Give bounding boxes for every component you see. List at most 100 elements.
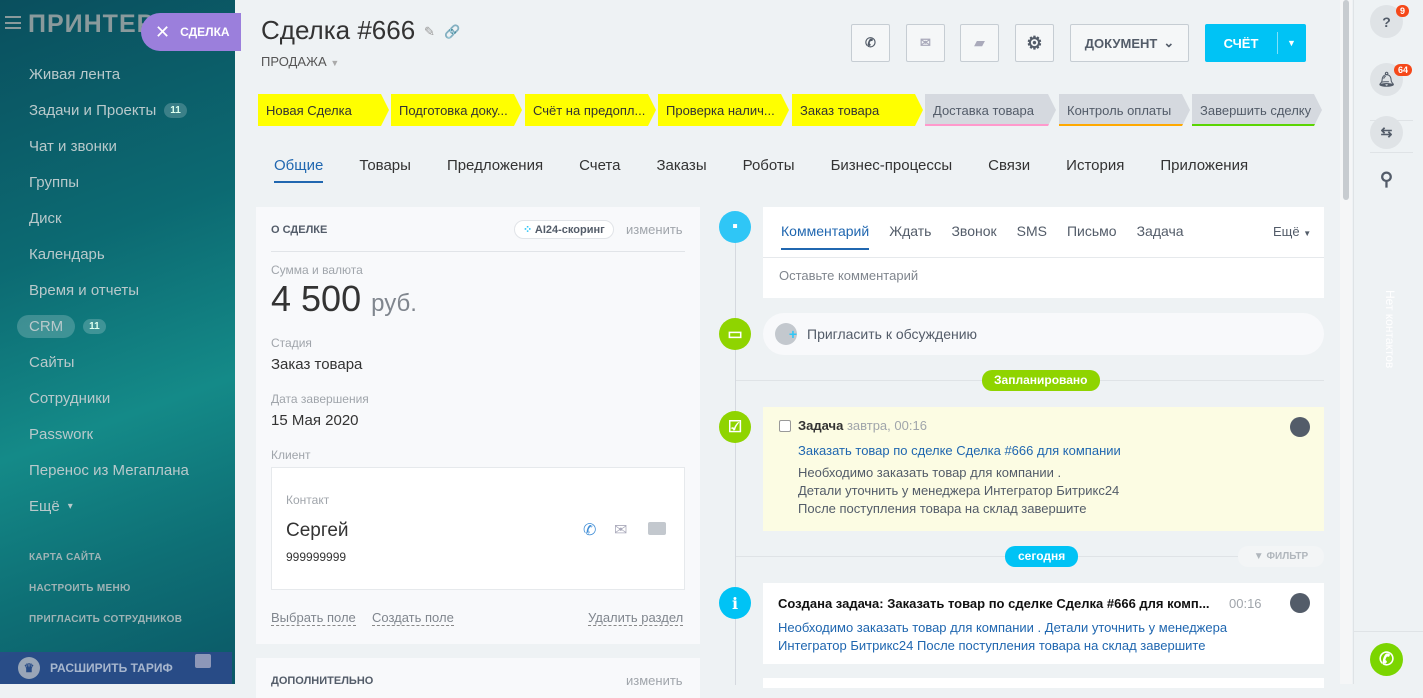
sidebar-item-feed[interactable]: Живая лента <box>29 66 120 83</box>
printer-icon[interactable] <box>195 654 211 668</box>
sidebar-item-disk[interactable]: Диск <box>29 210 62 227</box>
task-link[interactable]: Заказать товар по сделке Сделка #666 для… <box>798 443 1121 458</box>
chevron-down-icon[interactable]: ▼ <box>1277 32 1305 54</box>
stage-label: Стадия <box>271 336 312 350</box>
create-field-link[interactable]: Создать поле <box>372 610 454 626</box>
stage-3[interactable]: Счёт на предопл... <box>525 94 656 126</box>
stage-8[interactable]: Завершить сделку <box>1192 94 1322 126</box>
history-title: Создана задача: Заказать товар по сделке… <box>778 596 1210 611</box>
contact-name[interactable]: Сергей <box>286 520 349 542</box>
stage-1[interactable]: Новая Сделка <box>258 94 389 126</box>
tab-apps[interactable]: Приложения <box>1160 157 1248 183</box>
stage-5[interactable]: Заказ товара <box>792 94 923 126</box>
sidebar-item-migration[interactable]: Перенос из Мегаплана <box>29 462 189 479</box>
stage-value[interactable]: Заказ товара <box>271 356 362 373</box>
category-label: ПРОДАЖА <box>261 54 327 69</box>
sidebar-item-label: Диск <box>29 210 62 227</box>
messenger-button[interactable]: ⇆ <box>1370 116 1403 149</box>
phone-icon[interactable]: ✆ <box>583 520 596 540</box>
sidebar-item-calendar[interactable]: Календарь <box>29 246 105 263</box>
settings-button[interactable]: ⚙ <box>1015 24 1054 62</box>
planned-label: Запланировано <box>982 370 1100 391</box>
chat-button[interactable]: ▰ <box>960 24 999 62</box>
tab-call[interactable]: Звонок <box>951 223 996 250</box>
call-button[interactable]: ✆ <box>1370 643 1403 676</box>
planned-task-item: Задача завтра, 00:16 Заказать товар по с… <box>763 407 1324 531</box>
extra-card: ДОПОЛНИТЕЛЬНО изменить <box>256 658 700 698</box>
avatar-icon[interactable] <box>1290 417 1310 437</box>
delete-section-label: Удалить раздел <box>588 610 684 626</box>
edit-pencil-icon[interactable]: ✎ <box>424 24 435 40</box>
select-field-link[interactable]: Выбрать поле <box>271 610 356 626</box>
tab-relations[interactable]: Связи <box>988 157 1030 183</box>
scrollbar-thumb[interactable] <box>1343 0 1349 200</box>
invite-label: Пригласить к обсуждению <box>807 326 978 342</box>
sidebar-item-employees[interactable]: Сотрудники <box>29 390 110 407</box>
history-line: Интегратор Битрикс24 После поступления т… <box>778 638 1206 653</box>
left-sidebar: ПРИНТЕРЫ Живая лента Задачи и Проекты 11 … <box>0 0 235 684</box>
tab-invoices[interactable]: Счета <box>579 157 620 183</box>
mail-icon[interactable]: ✉ <box>614 520 627 540</box>
deal-slider-close-button[interactable]: ✕ СДЕЛКА <box>141 13 241 51</box>
divider <box>271 251 685 252</box>
tab-sms[interactable]: SMS <box>1017 223 1047 250</box>
tab-orders[interactable]: Заказы <box>656 157 706 183</box>
filter-button[interactable]: ▼ ФИЛЬТР <box>1238 546 1324 567</box>
page-title: Сделка #666 <box>261 15 416 45</box>
sidebar-item-time[interactable]: Время и отчеты <box>29 282 139 299</box>
deal-category-select[interactable]: ПРОДАЖА ▼ <box>261 54 339 69</box>
tab-email[interactable]: Письмо <box>1067 223 1117 250</box>
sidebar-item-sites[interactable]: Сайты <box>29 354 74 371</box>
stage-6[interactable]: Доставка товара <box>925 94 1056 126</box>
tab-products[interactable]: Товары <box>359 157 411 183</box>
sidebar-item-crm[interactable]: CRM 11 <box>17 315 106 338</box>
configure-menu-link[interactable]: НАСТРОИТЬ МЕНЮ <box>29 583 131 594</box>
scrollbar[interactable] <box>1340 0 1352 684</box>
stage-2[interactable]: Подготовка доку... <box>391 94 522 126</box>
tab-robots[interactable]: Роботы <box>743 157 795 183</box>
history-item <box>763 678 1324 688</box>
contact-phone[interactable]: 999999999 <box>286 550 346 564</box>
bill-button[interactable]: СЧЁТ ▼ <box>1205 24 1306 62</box>
task-title: Задача <box>798 418 844 433</box>
right-panel: Нет контактов <box>1353 0 1423 684</box>
search-button[interactable]: ⚲ <box>1370 163 1403 196</box>
tariff-label: РАСШИРИТЬ ТАРИФ <box>50 661 173 675</box>
sidebar-item-tasks[interactable]: Задачи и Проекты 11 <box>29 102 187 119</box>
scoring-button[interactable]: ⁘ AI24-скоринг <box>514 220 614 239</box>
more-tabs-button[interactable]: Ещё ▼ <box>1273 224 1311 239</box>
edit-section-link[interactable]: изменить <box>626 222 683 237</box>
close-date-value[interactable]: 15 Мая 2020 <box>271 412 359 429</box>
task-complete-checkbox[interactable] <box>779 420 791 432</box>
tab-general[interactable]: Общие <box>274 157 324 183</box>
edit-section-link[interactable]: изменить <box>626 673 683 688</box>
phone-icon: ✆ <box>865 35 876 50</box>
comment-input[interactable]: Оставьте комментарий <box>779 268 1309 283</box>
tab-comment[interactable]: Комментарий <box>781 223 870 250</box>
history-description[interactable]: Необходимо заказать товар для компании .… <box>778 619 1227 655</box>
link-icon[interactable]: 🔗 <box>444 24 460 40</box>
stage-7[interactable]: Контроль оплаты <box>1059 94 1190 126</box>
sidebar-item-passwork[interactable]: Passworк <box>29 426 93 443</box>
avatar-icon[interactable] <box>1290 593 1310 613</box>
tab-task[interactable]: Задача <box>1137 223 1184 250</box>
invite-employees-link[interactable]: ПРИГЛАСИТЬ СОТРУДНИКОВ <box>29 614 182 625</box>
sidebar-item-chat[interactable]: Чат и звонки <box>29 138 117 155</box>
invite-discussion-button[interactable]: + Пригласить к обсуждению <box>763 313 1324 355</box>
menu-burger-icon[interactable] <box>5 16 21 29</box>
stage-4[interactable]: Проверка налич... <box>658 94 789 126</box>
email-button[interactable]: ✉ <box>906 24 945 62</box>
document-button[interactable]: ДОКУМЕНТ ⌄ <box>1070 24 1189 62</box>
tab-business-processes[interactable]: Бизнес-процессы <box>831 157 953 183</box>
sidebar-item-groups[interactable]: Группы <box>29 174 79 191</box>
tab-wait[interactable]: Ждать <box>889 223 931 250</box>
call-button[interactable]: ✆ <box>851 24 890 62</box>
chat-icon[interactable] <box>648 522 666 535</box>
client-label: Клиент <box>271 448 311 462</box>
amount-value[interactable]: 4 500 руб. <box>271 278 417 320</box>
tab-quotes[interactable]: Предложения <box>447 157 543 183</box>
sidebar-item-more[interactable]: Ещё ▾ <box>29 498 73 515</box>
tab-history[interactable]: История <box>1066 157 1124 183</box>
sitemap-link[interactable]: КАРТА САЙТА <box>29 552 102 563</box>
delete-section-link[interactable]: Удалить раздел <box>588 610 684 626</box>
